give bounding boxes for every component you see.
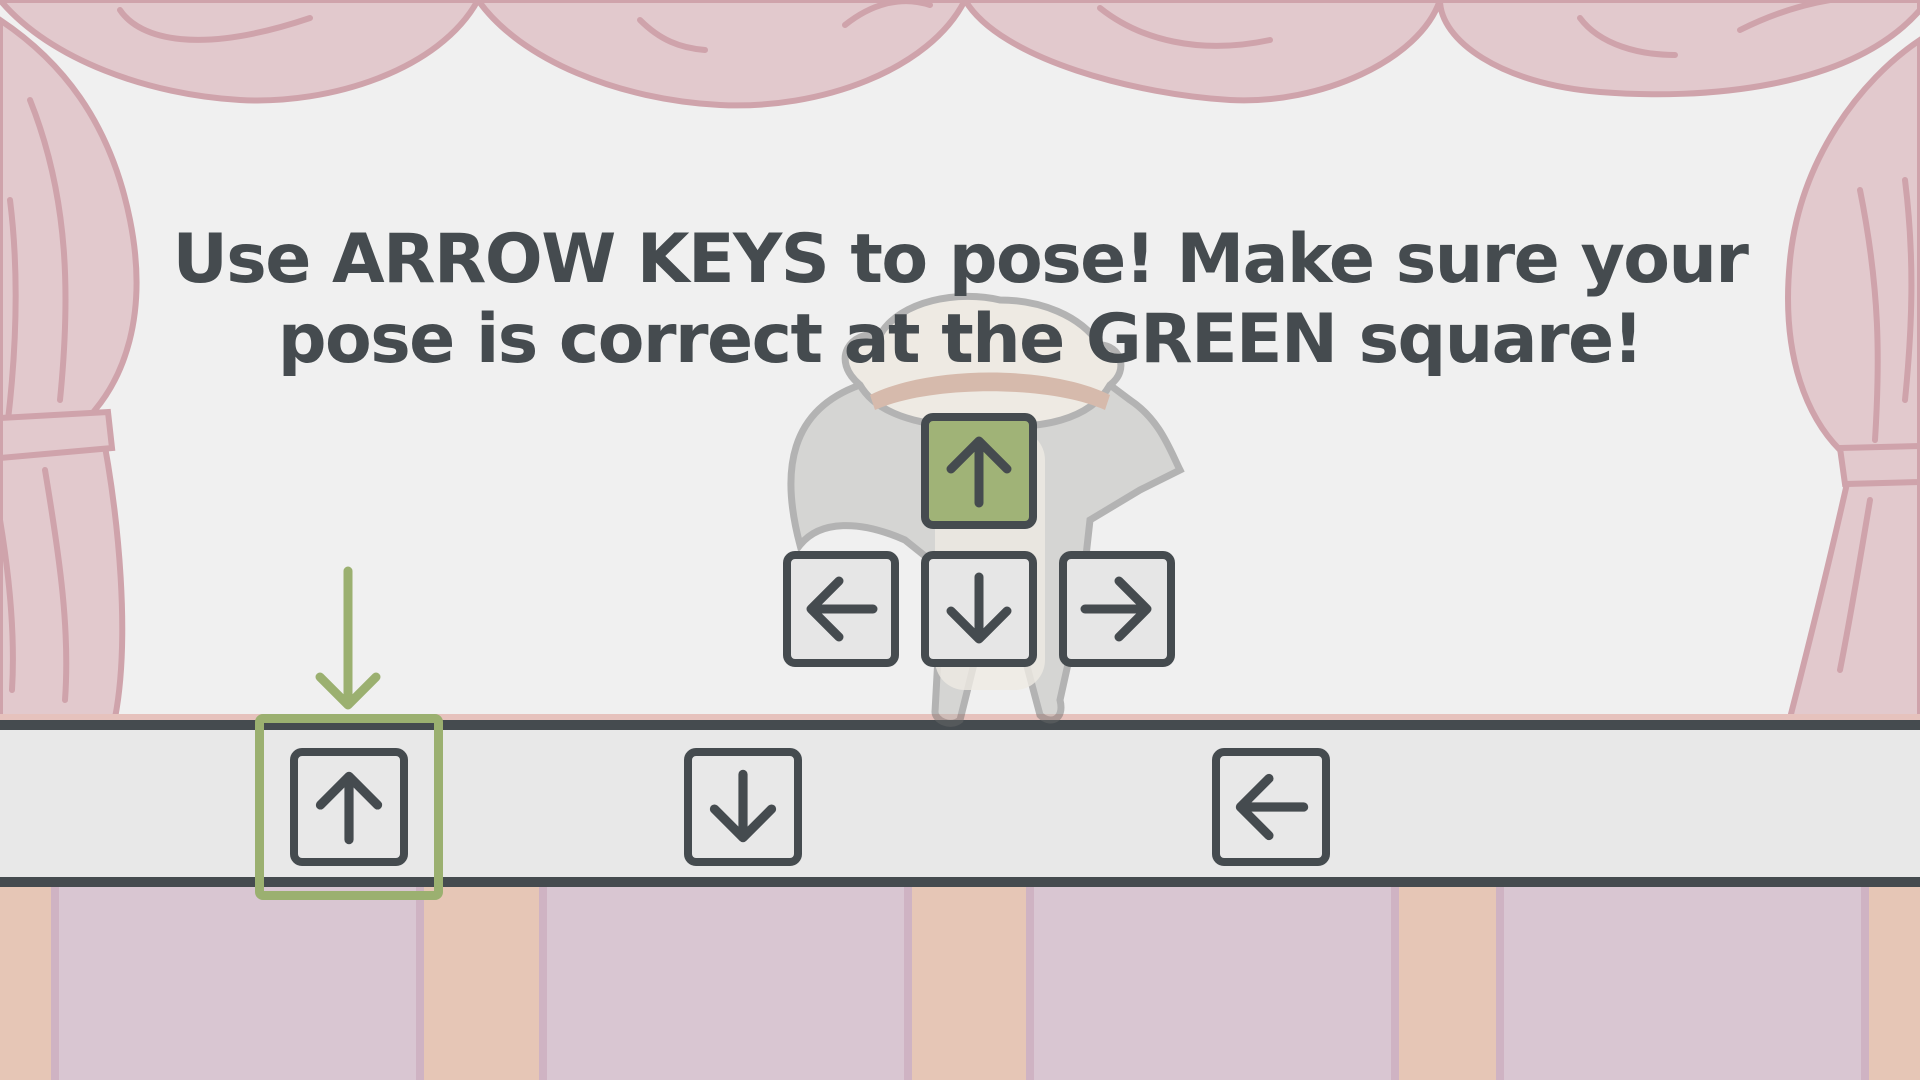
pose-key-right[interactable] <box>1059 551 1175 667</box>
arrow-left-icon <box>806 576 878 642</box>
arrow-right-icon <box>1080 576 1152 642</box>
pose-key-down[interactable] <box>921 551 1037 667</box>
target-indicator-arrow-icon <box>315 566 381 710</box>
arrow-left-icon <box>1235 773 1309 841</box>
instruction-line-1: Use ARROW KEYS to pose! Make sure your <box>172 220 1749 299</box>
lane-note-left <box>1212 748 1330 866</box>
instruction-text: Use ARROW KEYS to pose! Make sure your p… <box>160 220 1760 380</box>
arrow-down-icon <box>709 769 777 843</box>
game-stage: Use ARROW KEYS to pose! Make sure your p… <box>0 0 1920 1080</box>
instruction-line-2: pose is correct at the GREEN square! <box>277 300 1644 379</box>
lane-note-down <box>684 748 802 866</box>
stage-front <box>0 887 1920 1080</box>
arrow-up-icon <box>946 436 1012 508</box>
pose-key-left[interactable] <box>783 551 899 667</box>
pose-key-up[interactable] <box>921 413 1037 529</box>
arrow-down-icon <box>946 572 1012 644</box>
stage-background <box>0 0 1920 1080</box>
green-target-square <box>255 714 443 900</box>
